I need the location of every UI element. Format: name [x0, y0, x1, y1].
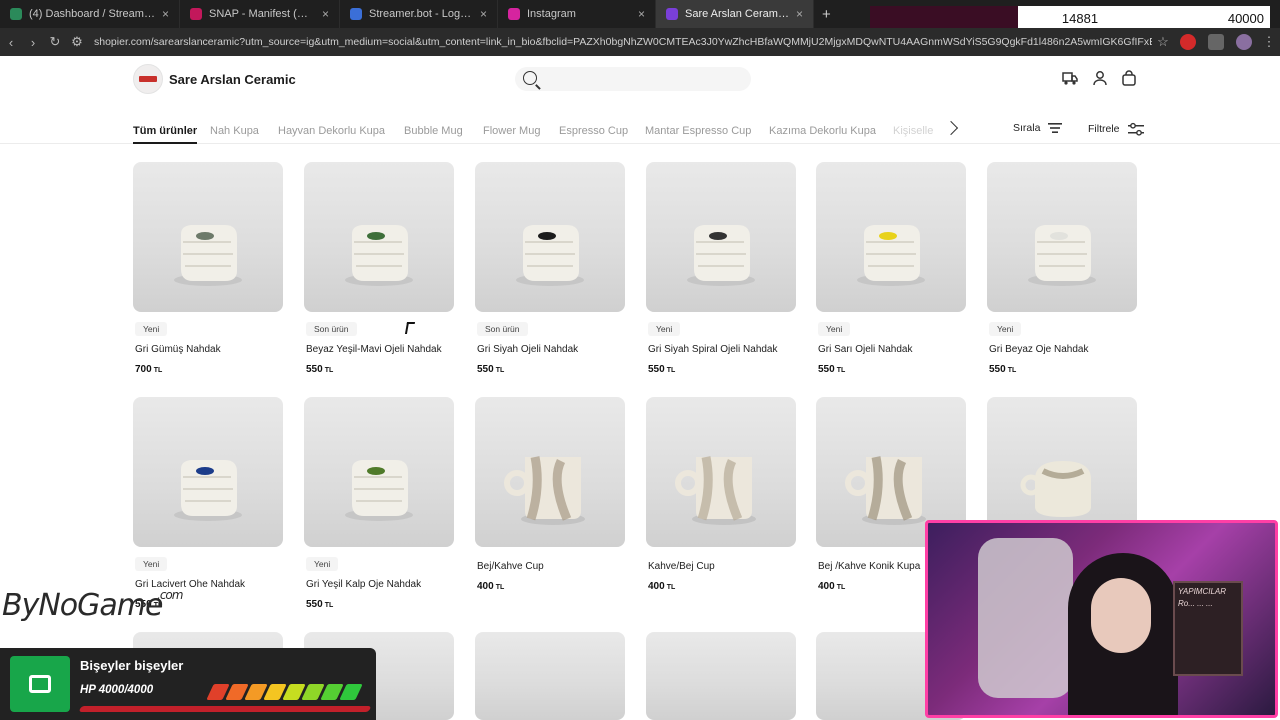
- product-price: 550 TL: [648, 364, 796, 375]
- ceramic-hand-cup-image: [174, 225, 242, 286]
- product-thumbnail[interactable]: [304, 162, 454, 312]
- price-currency: TL: [666, 584, 676, 591]
- price-value: 550: [648, 364, 665, 375]
- price-currency: TL: [495, 584, 505, 591]
- price-value: 550: [477, 364, 494, 375]
- product-price: 550 TL: [306, 599, 454, 610]
- price-currency: TL: [666, 367, 676, 374]
- watermark-suffix: .com: [157, 588, 183, 602]
- product-thumbnail[interactable]: [133, 162, 283, 312]
- product-name[interactable]: Gri Siyah Spiral Ojeli Nahdak: [648, 344, 796, 355]
- product-price: 400 TL: [648, 581, 796, 592]
- product-badge: Son ürün: [477, 322, 528, 336]
- ceramic-cup-image: [504, 456, 585, 525]
- price-value: 550: [306, 364, 323, 375]
- price-currency: TL: [153, 367, 163, 374]
- chalkboard-sign: YAPIMCILAR Ro... ... ...: [1173, 581, 1243, 676]
- price-value: 550: [818, 364, 835, 375]
- product-card[interactable]: Son ürün Beyaz Yeşil-Mavi Ojeli Nahdak 550…: [304, 162, 454, 375]
- price-currency: TL: [1007, 367, 1017, 374]
- product-thumbnail[interactable]: [646, 632, 796, 720]
- product-card[interactable]: Yeni Gri Yeşil Kalp Oje Nahdak 550 TL: [304, 397, 454, 610]
- product-badge: Yeni: [135, 322, 168, 336]
- ceramic-hand-cup-image: [1028, 225, 1096, 286]
- price-currency: TL: [495, 367, 505, 374]
- webcam-overlay: YAPIMCILAR Ro... ... ...: [925, 520, 1278, 718]
- bynogame-watermark: ByNoGame .com: [2, 588, 183, 623]
- product-thumbnail[interactable]: [475, 162, 625, 312]
- product-badge: Yeni: [818, 322, 851, 336]
- stream-hp-panel: Bişeyler bişeyler HP 4000/4000: [0, 648, 376, 720]
- product-card[interactable]: Kahve/Bej Cup 400 TL: [646, 397, 796, 592]
- product-thumbnail[interactable]: [304, 397, 454, 547]
- product-card[interactable]: Yeni Gri Gümüş Nahdak 700 TL: [133, 162, 283, 375]
- product-thumbnail[interactable]: [646, 162, 796, 312]
- product-card[interactable]: Son ürün Gri Siyah Ojeli Nahdak 550 TL: [475, 162, 625, 375]
- product-price: 550 TL: [477, 364, 625, 375]
- ceramic-hand-cup-image: [687, 225, 755, 286]
- product-name[interactable]: Kahve/Bej Cup: [648, 561, 796, 572]
- product-price: 550 TL: [306, 364, 454, 375]
- product-badge: Yeni: [989, 322, 1022, 336]
- hp-title: Bişeyler bişeyler: [80, 658, 184, 673]
- ceramic-hand-cup-image: [345, 460, 413, 521]
- price-value: 700: [135, 364, 152, 375]
- ceramic-cup-image: [675, 456, 756, 525]
- product-price: 550 TL: [818, 364, 966, 375]
- product-badge: Son ürün: [306, 322, 357, 336]
- price-currency: TL: [836, 367, 846, 374]
- price-value: 550: [306, 599, 323, 610]
- product-thumbnail[interactable]: [475, 632, 625, 720]
- hp-value: HP 4000/4000: [80, 684, 154, 696]
- price-value: 400: [477, 581, 494, 592]
- product-badge: Yeni: [135, 557, 168, 571]
- product-thumbnail[interactable]: [475, 397, 625, 547]
- product-price: 700 TL: [135, 364, 283, 375]
- gaming-chair: [978, 538, 1073, 698]
- product-name[interactable]: Beyaz Yeşil-Mavi Ojeli Nahdak: [306, 344, 454, 355]
- product-name[interactable]: Bej/Kahve Cup: [477, 561, 625, 572]
- product-card[interactable]: Yeni Gri Siyah Spiral Ojeli Nahdak 550 TL: [646, 162, 796, 375]
- ceramic-hand-cup-image: [345, 225, 413, 286]
- product-name[interactable]: Gri Siyah Ojeli Nahdak: [477, 344, 625, 355]
- product-name[interactable]: Gri Beyaz Oje Nahdak: [989, 344, 1137, 355]
- product-thumbnail[interactable]: [816, 162, 966, 312]
- hp-underline: [78, 706, 372, 712]
- twitch-icon: [10, 656, 70, 712]
- chalkboard-text: YAPIMCILAR Ro... ... ...: [1178, 587, 1227, 608]
- product-thumbnail[interactable]: [987, 162, 1137, 312]
- price-currency: TL: [324, 602, 334, 609]
- ceramic-hand-cup-image: [857, 225, 925, 286]
- product-thumbnail[interactable]: [133, 397, 283, 547]
- product-card[interactable]: Yeni Gri Beyaz Oje Nahdak 550 TL: [987, 162, 1137, 375]
- price-currency: TL: [324, 367, 334, 374]
- product-name[interactable]: Gri Yeşil Kalp Oje Nahdak: [306, 579, 454, 590]
- product-card[interactable]: Yeni Gri Lacivert Ohe Nahdak 550 TL: [133, 397, 283, 610]
- product-price: 400 TL: [477, 581, 625, 592]
- ceramic-hand-cup-image: [174, 460, 242, 521]
- product-card[interactable]: Bej/Kahve Cup 400 TL: [475, 397, 625, 592]
- product-badge: Yeni: [306, 557, 339, 571]
- product-thumbnail[interactable]: [646, 397, 796, 547]
- watermark-text: ByNoGame: [2, 588, 163, 623]
- product-name[interactable]: Gri Sarı Ojeli Nahdak: [818, 344, 966, 355]
- ceramic-hand-cup-image: [516, 225, 584, 286]
- product-price: 550 TL: [989, 364, 1137, 375]
- price-currency: TL: [836, 584, 846, 591]
- streamer-face: [1091, 578, 1151, 653]
- price-value: 400: [648, 581, 665, 592]
- hp-bar: [206, 684, 363, 700]
- product-badge: Yeni: [648, 322, 681, 336]
- price-value: 550: [989, 364, 1006, 375]
- product-card[interactable]: Yeni Gri Sarı Ojeli Nahdak 550 TL: [816, 162, 966, 375]
- price-value: 400: [818, 581, 835, 592]
- product-name[interactable]: Gri Gümüş Nahdak: [135, 344, 283, 355]
